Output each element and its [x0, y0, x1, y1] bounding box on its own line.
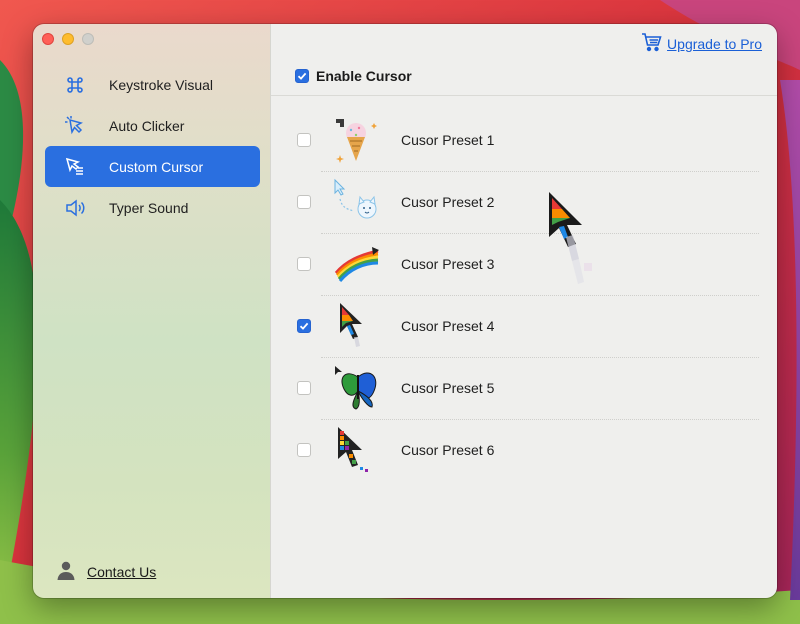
app-window: Keystroke Visual Auto Clicker Custom Cur…	[33, 24, 777, 598]
preset-checkbox[interactable]	[297, 381, 311, 395]
sidebar-item-label: Keystroke Visual	[109, 76, 214, 93]
zoom-window-button[interactable]	[82, 33, 94, 45]
upgrade-to-pro-link[interactable]: Upgrade to Pro	[641, 32, 762, 55]
rainbow-trail-cursor-icon	[331, 238, 383, 290]
list-item[interactable]: Cusor Preset 6	[297, 419, 759, 481]
cat-cursor-icon	[331, 176, 383, 228]
preset-label: Cusor Preset 2	[401, 194, 495, 210]
sidebar: Keystroke Visual Auto Clicker Custom Cur…	[33, 24, 271, 598]
header-divider	[271, 95, 777, 96]
list-item[interactable]: Cusor Preset 4	[297, 295, 759, 357]
sidebar-item-keystroke-visual[interactable]: Keystroke Visual	[45, 64, 260, 105]
cart-icon	[641, 32, 663, 55]
sidebar-item-label: Auto Clicker	[109, 117, 185, 134]
list-item[interactable]: Cusor Preset 2	[297, 171, 759, 233]
upgrade-label: Upgrade to Pro	[667, 35, 762, 52]
cursor-list-icon	[63, 155, 87, 179]
main-panel: Upgrade to Pro Enable Cursor Cusor Prese…	[271, 24, 777, 598]
speaker-icon	[63, 196, 87, 220]
list-item[interactable]: Cusor Preset 3	[297, 233, 759, 295]
checkmark-icon	[297, 72, 307, 80]
preset-checkbox[interactable]	[297, 319, 311, 333]
sidebar-item-custom-cursor[interactable]: Custom Cursor	[45, 146, 260, 187]
ice-cream-cursor-icon	[331, 114, 383, 166]
list-item[interactable]: Cusor Preset 5	[297, 357, 759, 419]
enable-cursor-toggle[interactable]: Enable Cursor	[295, 68, 412, 84]
sidebar-item-label: Custom Cursor	[109, 158, 204, 175]
list-item[interactable]: Cusor Preset 1	[297, 109, 759, 171]
contact-us-label: Contact Us	[87, 563, 157, 580]
sidebar-nav: Keystroke Visual Auto Clicker Custom Cur…	[45, 64, 260, 228]
enable-cursor-checkbox[interactable]	[295, 69, 309, 83]
preset-checkbox[interactable]	[297, 133, 311, 147]
butterfly-cursor-icon	[331, 362, 383, 414]
enable-cursor-label: Enable Cursor	[316, 68, 412, 84]
sidebar-item-typer-sound[interactable]: Typer Sound	[45, 187, 260, 228]
preset-label: Cusor Preset 1	[401, 132, 495, 148]
window-controls	[42, 33, 94, 45]
contact-us-link[interactable]: Contact Us	[55, 559, 156, 584]
sidebar-item-label: Typer Sound	[109, 199, 189, 216]
person-icon	[55, 559, 77, 584]
active-rainbow-cursor-icon	[549, 192, 592, 284]
cursor-click-icon	[63, 114, 87, 138]
close-window-button[interactable]	[42, 33, 54, 45]
sidebar-item-auto-clicker[interactable]: Auto Clicker	[45, 105, 260, 146]
minimize-window-button[interactable]	[62, 33, 74, 45]
preset-label: Cusor Preset 4	[401, 318, 495, 334]
preset-list: Cusor Preset 1 Cusor Preset 2 Cusor Pres…	[297, 109, 759, 481]
checkmark-icon	[299, 322, 309, 330]
preset-label: Cusor Preset 3	[401, 256, 495, 272]
preset-label: Cusor Preset 6	[401, 442, 495, 458]
preset-checkbox[interactable]	[297, 195, 311, 209]
rainbow-arrow-cursor-icon	[331, 300, 383, 352]
preset-checkbox[interactable]	[297, 257, 311, 271]
preset-label: Cusor Preset 5	[401, 380, 495, 396]
rainbow-dotted-cursor-icon	[331, 424, 383, 476]
preset-checkbox[interactable]	[297, 443, 311, 457]
command-icon	[63, 73, 87, 97]
